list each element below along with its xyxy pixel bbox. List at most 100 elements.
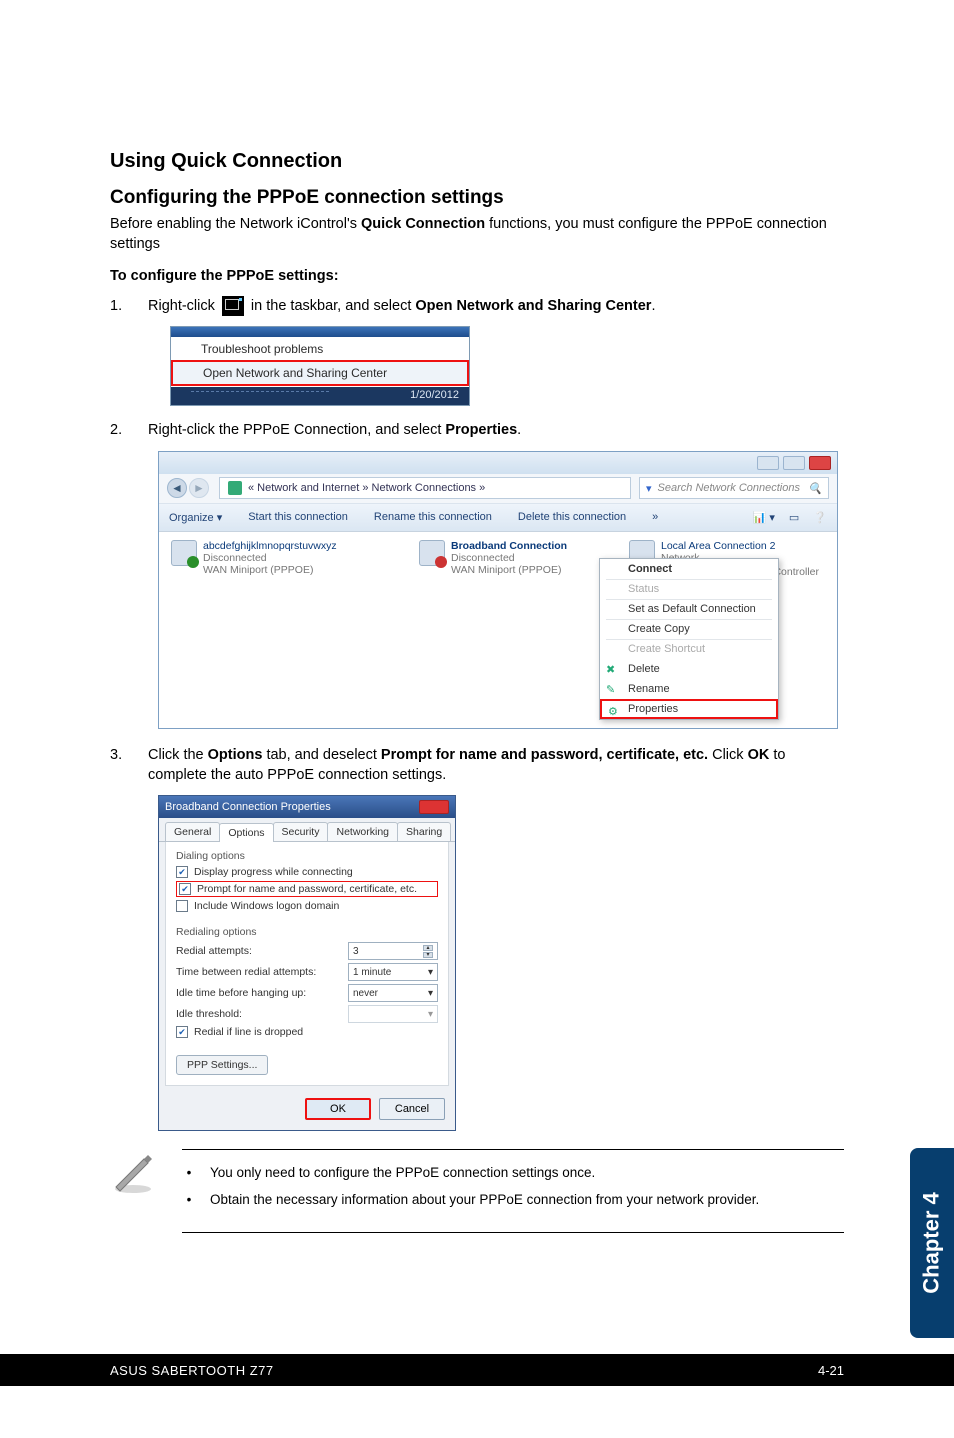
toolbar-organize[interactable]: Organize ▾ — [169, 511, 222, 524]
note-item-2: •Obtain the necessary information about … — [186, 1191, 840, 1210]
value-redial-attempts: 3 — [353, 946, 359, 957]
dialog-close-button[interactable] — [419, 800, 449, 814]
step-1-body: Right-click in the taskbar, and select O… — [148, 296, 844, 316]
field-redial-attempts[interactable]: 3 ▴▾ — [348, 942, 438, 960]
ctx-properties[interactable]: ⚙Properties — [600, 699, 778, 719]
toolbar-preview-icon[interactable]: ▭ — [789, 511, 799, 524]
to-configure-colon: : — [334, 268, 339, 284]
label-redial-attempts: Redial attempts: — [176, 945, 252, 957]
window-close-button[interactable] — [809, 456, 831, 470]
window-controls — [159, 452, 837, 474]
tab-security[interactable]: Security — [273, 822, 329, 841]
dropdown-icon: ▾ — [428, 988, 433, 999]
checkbox-redial-if-dropped[interactable]: ✔Redial if line is dropped — [176, 1026, 438, 1038]
conn2-name: Broadband Connection — [451, 540, 567, 552]
toolbar-help-icon[interactable]: ❔ — [813, 511, 827, 524]
ctx-rename[interactable]: ✎Rename — [600, 679, 778, 699]
row-idle-time: Idle time before hanging up: never▾ — [176, 984, 438, 1002]
step-1-text-b: in the taskbar, and select — [247, 298, 415, 314]
screenshot-context-menu: Troubleshoot problems Open Network and S… — [170, 326, 470, 406]
conn2-device: WAN Miniport (PPPOE) — [451, 564, 567, 576]
to-configure-text: To configure the PPPoE settings — [110, 268, 334, 284]
step-2-body: Right-click the PPPoE Connection, and se… — [148, 420, 844, 440]
menu-open-network-center[interactable]: Open Network and Sharing Center — [171, 360, 469, 386]
step-3-text-c: tab, and deselect — [262, 747, 381, 763]
nav-back-button[interactable]: ◄ — [167, 478, 187, 498]
label-idle-time: Idle time before hanging up: — [176, 987, 306, 999]
step-2: 2. Right-click the PPPoE Connection, and… — [110, 420, 844, 440]
connections-body: abcdefghijklmnopqrstuvwxyz Disconnected … — [159, 532, 837, 728]
note-2-text: Obtain the necessary information about y… — [210, 1191, 759, 1210]
row-idle-threshold: Idle threshold: ▾ — [176, 1005, 438, 1023]
bullet-icon: • — [186, 1164, 192, 1183]
tab-sharing[interactable]: Sharing — [397, 822, 451, 841]
ctx-delete-label: Delete — [628, 663, 660, 675]
spinner-icon[interactable]: ▴▾ — [423, 945, 433, 958]
pen-note-icon — [110, 1149, 156, 1195]
connection-item-2[interactable]: Broadband Connection Disconnected WAN Mi… — [419, 540, 609, 576]
step-1-bold: Open Network and Sharing Center — [415, 298, 651, 314]
step-2-text-a: Right-click the PPPoE Connection, and se… — [148, 422, 445, 438]
toolbar-view-icon[interactable]: 📊 ▾ — [753, 511, 775, 524]
nav-forward-button[interactable]: ► — [189, 478, 209, 498]
heading-quick-connection: Using Quick Connection — [110, 150, 844, 173]
footer-page-number: 4-21 — [818, 1363, 844, 1378]
conn2-status: Disconnected — [451, 552, 567, 564]
ctx-rename-label: Rename — [628, 683, 670, 695]
step-3-number: 3. — [110, 745, 148, 765]
heading-config-pppoe: Configuring the PPPoE connection setting… — [110, 187, 844, 209]
ctx-properties-label: Properties — [628, 703, 678, 715]
tab-networking[interactable]: Networking — [327, 822, 398, 841]
tab-options[interactable]: Options — [219, 823, 273, 842]
checkbox-prompt-password[interactable]: ✔Prompt for name and password, certifica… — [176, 881, 438, 897]
step-1: 1. Right-click in the taskbar, and selec… — [110, 296, 844, 316]
ok-button[interactable]: OK — [305, 1098, 371, 1120]
tab-general[interactable]: General — [165, 822, 220, 841]
menu-troubleshoot[interactable]: Troubleshoot problems — [171, 338, 469, 360]
ctx-set-default[interactable]: Set as Default Connection — [600, 599, 778, 619]
intro-paragraph: Before enabling the Network iControl's Q… — [110, 215, 844, 254]
step-3: 3. Click the Options tab, and deselect P… — [110, 745, 844, 786]
breadcrumb[interactable]: « Network and Internet » Network Connect… — [219, 477, 631, 499]
toolbar-delete-connection[interactable]: Delete this connection — [518, 511, 626, 524]
screenshot-network-connections: ◄ ► « Network and Internet » Network Con… — [158, 451, 838, 729]
dialog-title: Broadband Connection Properties — [165, 801, 331, 813]
group-dialing-options: Dialing options — [176, 850, 438, 862]
dropdown-icon: ▾ — [428, 967, 433, 978]
note-1-text: You only need to configure the PPPoE con… — [210, 1164, 595, 1183]
checkbox-display-progress[interactable]: ✔Display progress while connecting — [176, 866, 438, 878]
breadcrumb-text: « Network and Internet » Network Connect… — [248, 482, 485, 494]
connection-icon — [419, 540, 445, 566]
window-maximize-button[interactable] — [783, 456, 805, 470]
field-idle-threshold: ▾ — [348, 1005, 438, 1023]
connection-item-1[interactable]: abcdefghijklmnopqrstuvwxyz Disconnected … — [171, 540, 371, 576]
search-input[interactable]: ▾Search Network Connections🔍 — [639, 477, 829, 499]
search-icon: ▾ — [646, 482, 652, 495]
step-3-body: Click the Options tab, and deselect Prom… — [148, 745, 844, 786]
field-idle-time[interactable]: never▾ — [348, 984, 438, 1002]
ppp-settings-button[interactable]: PPP Settings... — [176, 1055, 268, 1075]
checkbox-icon: ✔ — [176, 866, 188, 878]
value-time-between: 1 minute — [353, 967, 391, 978]
checkbox-label: Prompt for name and password, certificat… — [197, 883, 417, 895]
shot1-date: 1/20/2012 — [410, 389, 459, 401]
step-2-bold: Properties — [445, 422, 517, 438]
checkbox-include-domain[interactable]: Include Windows logon domain — [176, 900, 438, 912]
window-minimize-button[interactable] — [757, 456, 779, 470]
search-magnifier-icon: 🔍 — [808, 482, 822, 495]
toolbar-more[interactable]: » — [652, 511, 658, 524]
ctx-status: Status — [600, 579, 778, 599]
cancel-button[interactable]: Cancel — [379, 1098, 445, 1120]
shot1-menu: Troubleshoot problems Open Network and S… — [171, 337, 469, 387]
connection-icon — [171, 540, 197, 566]
note-section: • You only need to configure the PPPoE co… — [110, 1149, 844, 1233]
toolbar-start-connection[interactable]: Start this connection — [248, 511, 348, 524]
ctx-create-copy[interactable]: Create Copy — [600, 619, 778, 639]
field-time-between[interactable]: 1 minute ▾ — [348, 963, 438, 981]
conn1-status: Disconnected — [203, 552, 337, 564]
step-2-text-b: . — [517, 422, 521, 438]
label-idle-threshold: Idle threshold: — [176, 1008, 242, 1020]
ctx-connect[interactable]: Connect — [600, 559, 778, 579]
ctx-delete[interactable]: ✖Delete — [600, 659, 778, 679]
toolbar-rename-connection[interactable]: Rename this connection — [374, 511, 492, 524]
